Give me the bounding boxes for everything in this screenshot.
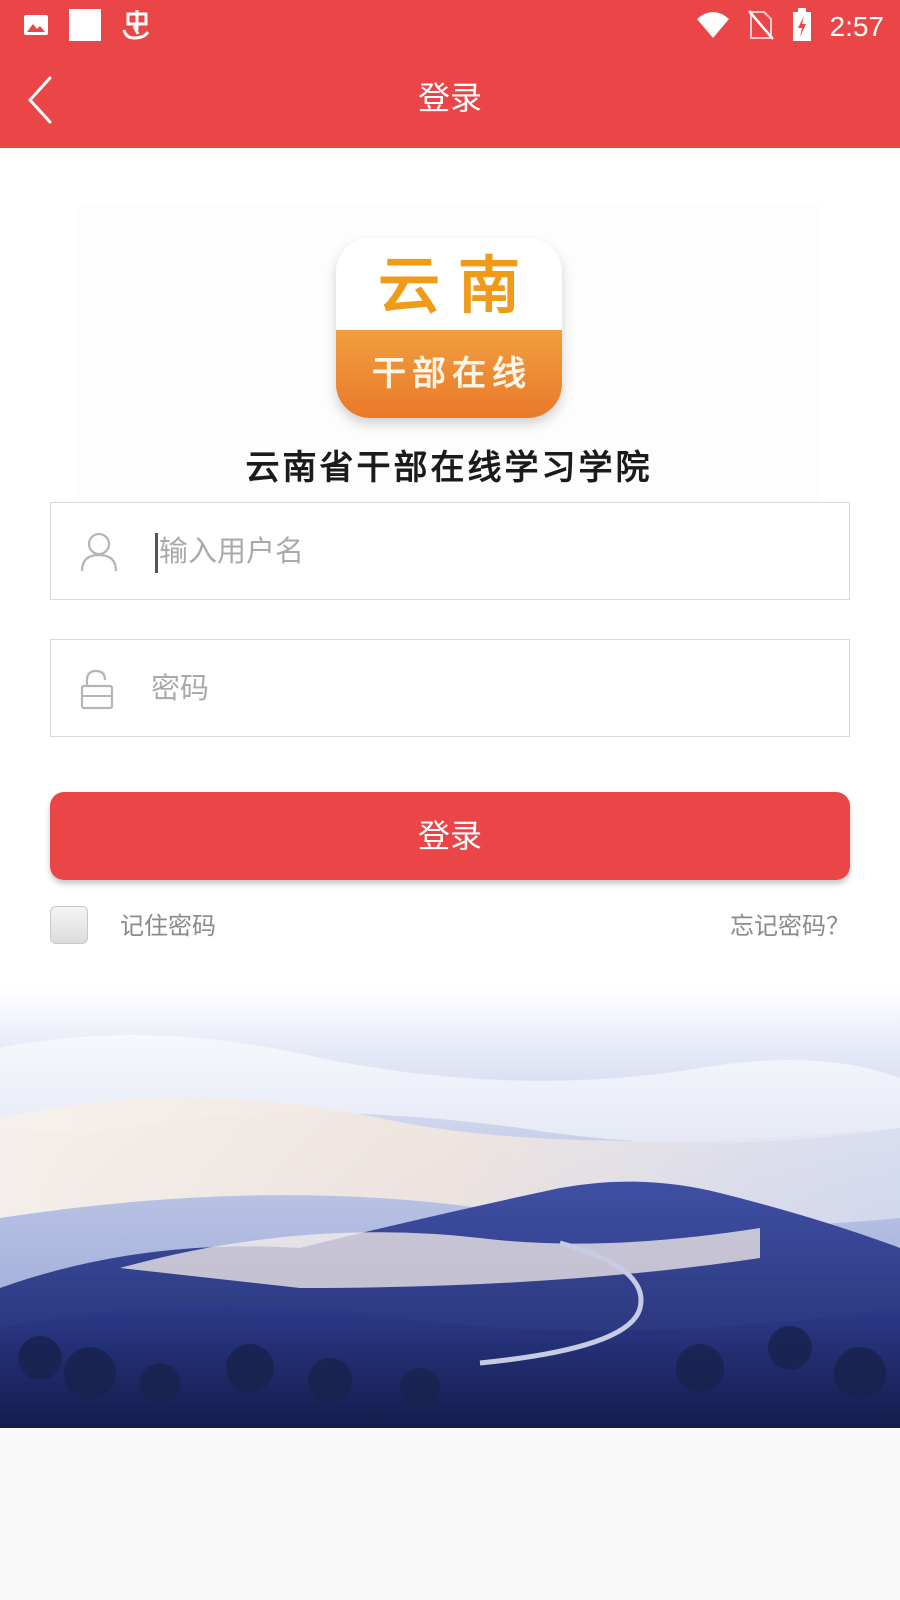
login-button[interactable]: 登录 [50, 792, 850, 880]
battery-charging-icon [792, 8, 812, 46]
image-icon [22, 11, 50, 43]
no-sim-icon [747, 10, 774, 44]
password-input[interactable] [151, 640, 831, 736]
remember-label: 记住密码 [120, 912, 216, 940]
scenic-image [0, 988, 900, 1428]
logo-top: 云南 [336, 238, 562, 330]
logo-bottom-text: 干部在线 [372, 354, 532, 394]
user-icon [79, 531, 119, 573]
status-bar: 2:57 [0, 0, 900, 50]
username-input[interactable] [151, 503, 839, 599]
login-page: 2:57 登录 云南 干部在线 云南省干部在线学习学院 输入用户名 登录 记住密… [0, 0, 900, 1600]
wifi-icon [696, 11, 730, 43]
forgot-password-link[interactable]: 忘记密码？ [730, 908, 850, 944]
org-name: 云南省干部在线学习学院 [245, 448, 653, 488]
bug-icon [120, 8, 154, 46]
remember-checkbox[interactable] [50, 906, 88, 944]
logo-banner: 云南 干部在线 云南省干部在线学习学院 [78, 204, 820, 504]
unlock-icon [79, 668, 119, 710]
username-field[interactable] [50, 502, 850, 600]
app-header: 登录 [0, 50, 900, 148]
logo-bottom: 干部在线 [336, 330, 562, 418]
status-right: 2:57 [696, 8, 885, 46]
page-title: 登录 [417, 79, 482, 117]
status-time: 2:57 [829, 11, 885, 42]
remember-row: 记住密码 忘记密码？ [50, 906, 850, 948]
password-field[interactable] [50, 639, 850, 737]
status-left [22, 8, 154, 46]
square-icon [68, 8, 102, 46]
app-logo: 云南 干部在线 [336, 238, 562, 418]
logo-top-text: 云南 [377, 249, 538, 322]
